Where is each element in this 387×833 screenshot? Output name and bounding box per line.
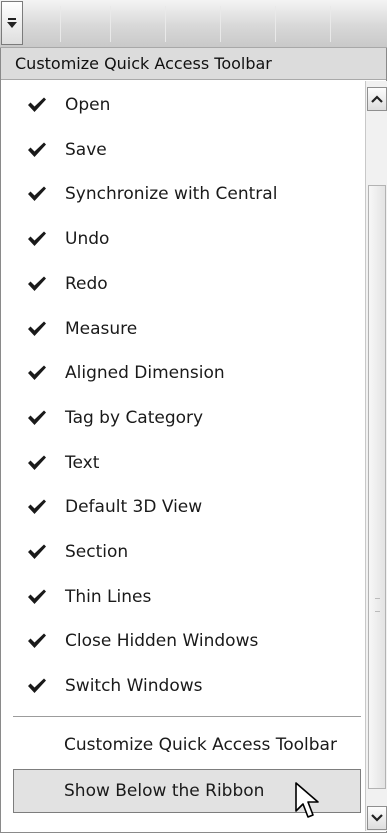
checkmark-icon bbox=[28, 544, 46, 559]
menu-item-label: Show Below the Ribbon bbox=[64, 781, 265, 801]
toolbar-separator bbox=[330, 6, 331, 42]
mouse-pointer-icon bbox=[295, 782, 319, 818]
checkmark-icon bbox=[28, 633, 46, 649]
toolbar-separator bbox=[110, 6, 111, 42]
dropdown-arrow-icon bbox=[7, 18, 17, 28]
menu-item[interactable]: Switch Windows bbox=[1, 664, 361, 708]
scroll-grip bbox=[375, 598, 380, 612]
menu-item[interactable]: Text bbox=[1, 441, 361, 485]
checkmark-icon bbox=[28, 231, 46, 247]
menu-item-label: Close Hidden Windows bbox=[65, 631, 259, 652]
menu-item[interactable]: Default 3D View bbox=[1, 485, 361, 529]
checkmark-icon bbox=[28, 499, 46, 515]
checkmark-icon bbox=[28, 186, 46, 202]
checkmark-icon bbox=[28, 97, 46, 112]
menu-item[interactable]: Undo bbox=[1, 217, 361, 261]
menu-item-label: Customize Quick Access Toolbar bbox=[64, 735, 337, 755]
scroll-thumb[interactable] bbox=[368, 185, 386, 789]
menu-item[interactable]: Tag by Category bbox=[1, 396, 361, 440]
menu-item[interactable]: Close Hidden Windows bbox=[1, 619, 361, 663]
menu-item-label: Synchronize with Central bbox=[65, 184, 278, 205]
checkmark-icon bbox=[28, 589, 46, 604]
menu-item-label: Switch Windows bbox=[65, 676, 203, 697]
menu-item-label: Default 3D View bbox=[65, 497, 203, 518]
menu-item-label: Measure bbox=[65, 318, 138, 339]
menu-item[interactable]: Open bbox=[1, 83, 361, 127]
menu-item-label: Open bbox=[65, 95, 111, 115]
qat-dropdown-button[interactable] bbox=[1, 1, 23, 45]
menu-item[interactable]: Synchronize with Central bbox=[1, 172, 361, 216]
menu-scrollbar[interactable] bbox=[365, 81, 387, 831]
scroll-up-button[interactable] bbox=[367, 87, 387, 111]
quick-access-toolbar bbox=[0, 0, 387, 48]
customize-qat-menu-item[interactable]: Customize Quick Access Toolbar bbox=[1, 723, 363, 767]
scroll-up-arrow-icon bbox=[371, 95, 383, 103]
menu-title: Customize Quick Access Toolbar bbox=[1, 48, 386, 80]
checkmark-icon bbox=[28, 365, 46, 381]
menu-divider bbox=[13, 716, 361, 717]
menu-item[interactable]: Thin Lines bbox=[1, 575, 361, 619]
checkmark-icon bbox=[28, 455, 46, 470]
menu-item-label: Thin Lines bbox=[65, 586, 152, 607]
menu-item-label: Text bbox=[65, 452, 100, 473]
menu-item[interactable]: Save bbox=[1, 128, 361, 172]
menu-item[interactable]: Section bbox=[1, 530, 361, 574]
toolbar-separator bbox=[275, 6, 276, 42]
menu-item-label: Aligned Dimension bbox=[65, 363, 225, 384]
scroll-down-arrow-icon bbox=[371, 814, 383, 822]
checkmark-icon bbox=[28, 410, 46, 425]
checkmark-icon bbox=[28, 321, 46, 336]
toolbar-separator bbox=[60, 6, 61, 42]
checkmark-icon bbox=[28, 678, 46, 694]
menu-item-label: Redo bbox=[65, 273, 108, 294]
menu-item-label: Tag by Category bbox=[65, 407, 204, 428]
menu-item[interactable]: Redo bbox=[1, 262, 361, 306]
scroll-down-button[interactable] bbox=[367, 806, 387, 830]
menu-item-label: Save bbox=[65, 139, 107, 160]
menu-item-label: Undo bbox=[65, 229, 110, 250]
checkmark-icon bbox=[28, 276, 46, 291]
checkmark-icon bbox=[28, 142, 46, 157]
toolbar-separator bbox=[165, 6, 166, 42]
menu-item[interactable]: Aligned Dimension bbox=[1, 351, 361, 395]
toolbar-separator bbox=[220, 6, 221, 42]
menu-item[interactable]: Measure bbox=[1, 307, 361, 351]
menu-item-label: Section bbox=[65, 542, 129, 562]
customize-qat-menu: Customize Quick Access Toolbar Open Save S… bbox=[0, 48, 387, 833]
